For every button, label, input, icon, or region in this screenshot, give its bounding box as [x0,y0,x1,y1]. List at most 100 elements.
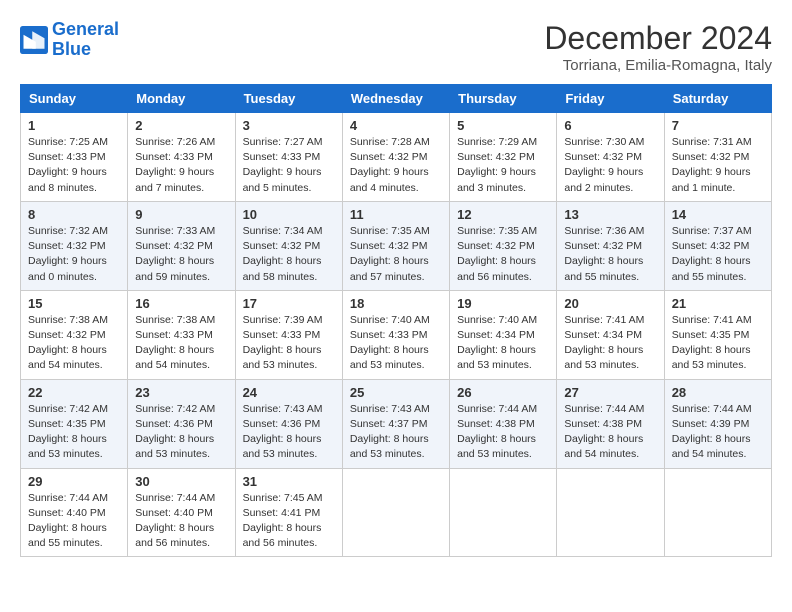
day-cell-7: 7 Sunrise: 7:31 AM Sunset: 4:32 PM Dayli… [664,113,771,202]
day-info: Sunrise: 7:38 AM Sunset: 4:33 PM Dayligh… [135,313,227,374]
day-number: 15 [28,296,120,311]
day-cell-12: 12 Sunrise: 7:35 AM Sunset: 4:32 PM Dayl… [450,201,557,290]
day-number: 5 [457,118,549,133]
day-number: 6 [564,118,656,133]
day-number: 16 [135,296,227,311]
day-number: 13 [564,207,656,222]
week-row-1: 1 Sunrise: 7:25 AM Sunset: 4:33 PM Dayli… [21,113,772,202]
day-number: 25 [350,385,442,400]
day-info: Sunrise: 7:38 AM Sunset: 4:32 PM Dayligh… [28,313,120,374]
calendar-table: SundayMondayTuesdayWednesdayThursdayFrid… [20,84,772,557]
day-number: 21 [672,296,764,311]
day-number: 2 [135,118,227,133]
day-cell-21: 21 Sunrise: 7:41 AM Sunset: 4:35 PM Dayl… [664,290,771,379]
day-number: 19 [457,296,549,311]
day-number: 24 [243,385,335,400]
day-info: Sunrise: 7:44 AM Sunset: 4:40 PM Dayligh… [28,491,120,552]
day-cell-5: 5 Sunrise: 7:29 AM Sunset: 4:32 PM Dayli… [450,113,557,202]
day-cell-23: 23 Sunrise: 7:42 AM Sunset: 4:36 PM Dayl… [128,379,235,468]
day-cell-16: 16 Sunrise: 7:38 AM Sunset: 4:33 PM Dayl… [128,290,235,379]
day-info: Sunrise: 7:45 AM Sunset: 4:41 PM Dayligh… [243,491,335,552]
day-cell-13: 13 Sunrise: 7:36 AM Sunset: 4:32 PM Dayl… [557,201,664,290]
logo-icon [20,26,48,54]
day-info: Sunrise: 7:41 AM Sunset: 4:34 PM Dayligh… [564,313,656,374]
day-info: Sunrise: 7:43 AM Sunset: 4:36 PM Dayligh… [243,402,335,463]
day-info: Sunrise: 7:44 AM Sunset: 4:38 PM Dayligh… [457,402,549,463]
day-cell-8: 8 Sunrise: 7:32 AM Sunset: 4:32 PM Dayli… [21,201,128,290]
weekday-header-tuesday: Tuesday [235,85,342,113]
day-cell-4: 4 Sunrise: 7:28 AM Sunset: 4:32 PM Dayli… [342,113,449,202]
day-number: 26 [457,385,549,400]
logo: General Blue [20,20,119,60]
day-cell-9: 9 Sunrise: 7:33 AM Sunset: 4:32 PM Dayli… [128,201,235,290]
day-cell-27: 27 Sunrise: 7:44 AM Sunset: 4:38 PM Dayl… [557,379,664,468]
day-info: Sunrise: 7:37 AM Sunset: 4:32 PM Dayligh… [672,224,764,285]
month-title: December 2024 [544,20,772,57]
day-number: 31 [243,474,335,489]
day-number: 30 [135,474,227,489]
day-number: 8 [28,207,120,222]
weekday-header-sunday: Sunday [21,85,128,113]
weekday-header-monday: Monday [128,85,235,113]
day-info: Sunrise: 7:29 AM Sunset: 4:32 PM Dayligh… [457,135,549,196]
day-info: Sunrise: 7:44 AM Sunset: 4:39 PM Dayligh… [672,402,764,463]
day-info: Sunrise: 7:31 AM Sunset: 4:32 PM Dayligh… [672,135,764,196]
day-number: 23 [135,385,227,400]
location-title: Torriana, Emilia-Romagna, Italy [544,57,772,74]
empty-cell [450,468,557,557]
empty-cell [342,468,449,557]
day-cell-1: 1 Sunrise: 7:25 AM Sunset: 4:33 PM Dayli… [21,113,128,202]
day-info: Sunrise: 7:27 AM Sunset: 4:33 PM Dayligh… [243,135,335,196]
day-number: 3 [243,118,335,133]
day-cell-11: 11 Sunrise: 7:35 AM Sunset: 4:32 PM Dayl… [342,201,449,290]
day-cell-20: 20 Sunrise: 7:41 AM Sunset: 4:34 PM Dayl… [557,290,664,379]
day-number: 1 [28,118,120,133]
day-cell-25: 25 Sunrise: 7:43 AM Sunset: 4:37 PM Dayl… [342,379,449,468]
week-row-5: 29 Sunrise: 7:44 AM Sunset: 4:40 PM Dayl… [21,468,772,557]
day-number: 27 [564,385,656,400]
day-info: Sunrise: 7:35 AM Sunset: 4:32 PM Dayligh… [350,224,442,285]
title-area: December 2024 Torriana, Emilia-Romagna, … [544,20,772,74]
day-number: 20 [564,296,656,311]
page-header: General Blue December 2024 Torriana, Emi… [20,20,772,74]
day-cell-18: 18 Sunrise: 7:40 AM Sunset: 4:33 PM Dayl… [342,290,449,379]
day-info: Sunrise: 7:42 AM Sunset: 4:35 PM Dayligh… [28,402,120,463]
day-info: Sunrise: 7:40 AM Sunset: 4:34 PM Dayligh… [457,313,549,374]
day-number: 18 [350,296,442,311]
day-info: Sunrise: 7:25 AM Sunset: 4:33 PM Dayligh… [28,135,120,196]
weekday-header-thursday: Thursday [450,85,557,113]
day-number: 10 [243,207,335,222]
day-cell-15: 15 Sunrise: 7:38 AM Sunset: 4:32 PM Dayl… [21,290,128,379]
day-cell-26: 26 Sunrise: 7:44 AM Sunset: 4:38 PM Dayl… [450,379,557,468]
day-info: Sunrise: 7:35 AM Sunset: 4:32 PM Dayligh… [457,224,549,285]
day-number: 9 [135,207,227,222]
day-info: Sunrise: 7:42 AM Sunset: 4:36 PM Dayligh… [135,402,227,463]
day-cell-29: 29 Sunrise: 7:44 AM Sunset: 4:40 PM Dayl… [21,468,128,557]
day-number: 11 [350,207,442,222]
day-number: 14 [672,207,764,222]
day-number: 29 [28,474,120,489]
day-number: 4 [350,118,442,133]
day-info: Sunrise: 7:33 AM Sunset: 4:32 PM Dayligh… [135,224,227,285]
day-info: Sunrise: 7:40 AM Sunset: 4:33 PM Dayligh… [350,313,442,374]
day-cell-24: 24 Sunrise: 7:43 AM Sunset: 4:36 PM Dayl… [235,379,342,468]
day-cell-22: 22 Sunrise: 7:42 AM Sunset: 4:35 PM Dayl… [21,379,128,468]
day-cell-10: 10 Sunrise: 7:34 AM Sunset: 4:32 PM Dayl… [235,201,342,290]
day-info: Sunrise: 7:41 AM Sunset: 4:35 PM Dayligh… [672,313,764,374]
logo-text: General Blue [52,20,119,60]
day-number: 28 [672,385,764,400]
day-info: Sunrise: 7:43 AM Sunset: 4:37 PM Dayligh… [350,402,442,463]
day-cell-28: 28 Sunrise: 7:44 AM Sunset: 4:39 PM Dayl… [664,379,771,468]
day-info: Sunrise: 7:39 AM Sunset: 4:33 PM Dayligh… [243,313,335,374]
day-cell-30: 30 Sunrise: 7:44 AM Sunset: 4:40 PM Dayl… [128,468,235,557]
day-info: Sunrise: 7:26 AM Sunset: 4:33 PM Dayligh… [135,135,227,196]
day-cell-17: 17 Sunrise: 7:39 AM Sunset: 4:33 PM Dayl… [235,290,342,379]
empty-cell [557,468,664,557]
day-cell-19: 19 Sunrise: 7:40 AM Sunset: 4:34 PM Dayl… [450,290,557,379]
day-info: Sunrise: 7:34 AM Sunset: 4:32 PM Dayligh… [243,224,335,285]
day-cell-3: 3 Sunrise: 7:27 AM Sunset: 4:33 PM Dayli… [235,113,342,202]
day-number: 12 [457,207,549,222]
weekday-header-friday: Friday [557,85,664,113]
day-number: 22 [28,385,120,400]
day-info: Sunrise: 7:44 AM Sunset: 4:40 PM Dayligh… [135,491,227,552]
